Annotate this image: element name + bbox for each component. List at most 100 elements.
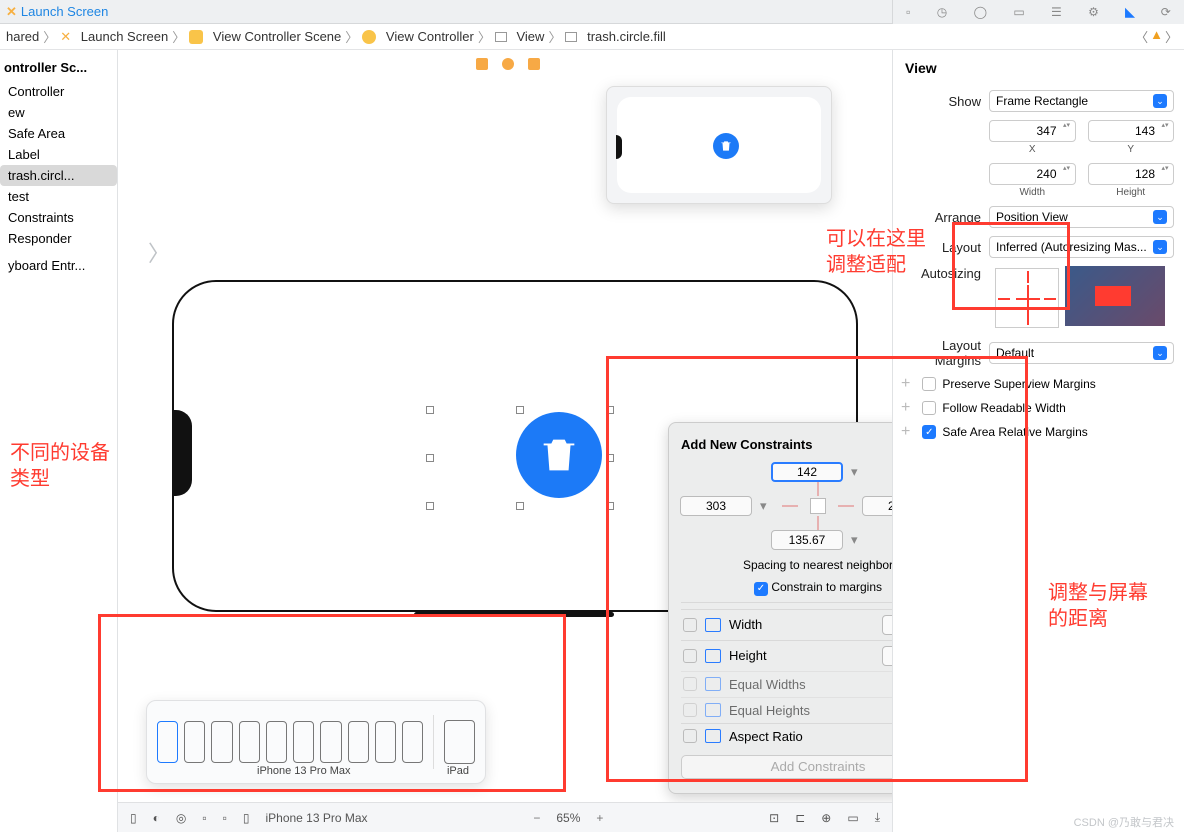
- show-select[interactable]: Frame Rectangle⌄: [989, 90, 1174, 112]
- selection-handle[interactable]: [516, 406, 524, 414]
- outline-item[interactable]: ew: [0, 102, 117, 123]
- equal-widths-icon: [705, 677, 721, 691]
- top-spacing-input[interactable]: [771, 462, 843, 482]
- resolve-icon[interactable]: ⊕: [821, 811, 831, 825]
- device-option[interactable]: [239, 721, 260, 763]
- bc-5[interactable]: trash.circle.fill: [565, 29, 665, 44]
- size-icon[interactable]: ◣: [1125, 5, 1134, 19]
- outline-item[interactable]: Constraints: [0, 207, 117, 228]
- checkbox-icon[interactable]: ✓: [754, 582, 768, 596]
- stepper-icon[interactable]: ▴▾: [1060, 121, 1074, 141]
- connections-icon[interactable]: ⟳: [1161, 5, 1171, 19]
- outline-item-selected[interactable]: trash.circl...: [0, 165, 117, 186]
- bc-1[interactable]: ✕ Launch Screen: [60, 29, 168, 45]
- selection-handle[interactable]: [606, 454, 614, 462]
- plus-icon[interactable]: +: [901, 399, 916, 417]
- embed-icon[interactable]: ▭: [847, 811, 858, 825]
- zoom-minus-icon[interactable]: −: [533, 811, 540, 825]
- zoom-value[interactable]: 65%: [556, 811, 580, 825]
- selection-handle[interactable]: [516, 502, 524, 510]
- device-option[interactable]: [266, 721, 287, 763]
- device-chooser-icon[interactable]: ▫: [223, 811, 227, 825]
- update-frames-icon[interactable]: ⤓: [875, 810, 880, 825]
- selection-handle[interactable]: [606, 406, 614, 414]
- checkbox-icon[interactable]: [683, 677, 697, 691]
- exit-icon[interactable]: [528, 58, 540, 70]
- bc-3[interactable]: View Controller: [362, 29, 474, 44]
- interface-builder-canvas[interactable]: 〉: [118, 50, 892, 832]
- outline-item[interactable]: Safe Area: [0, 123, 117, 144]
- checkbox-icon[interactable]: ✓: [922, 425, 936, 439]
- plus-icon[interactable]: +: [901, 375, 916, 393]
- vc-icon[interactable]: [476, 58, 488, 70]
- appearance-icon[interactable]: ◐: [153, 811, 160, 825]
- stepper-icon[interactable]: ▴▾: [1158, 164, 1172, 184]
- dropdown-icon[interactable]: ▾: [760, 498, 774, 514]
- device-option[interactable]: [375, 721, 396, 763]
- arrange-select[interactable]: Position View⌄: [989, 206, 1174, 228]
- dropdown-icon[interactable]: ▾: [851, 532, 865, 548]
- bc-prev[interactable]: 〈: [1135, 27, 1148, 46]
- device-option[interactable]: [293, 721, 314, 763]
- device-chooser-icon2[interactable]: ▯: [243, 811, 250, 825]
- outline-item[interactable]: test: [0, 186, 117, 207]
- device-option[interactable]: [211, 721, 232, 763]
- checkbox-icon[interactable]: [683, 729, 697, 743]
- checkbox-icon[interactable]: [683, 618, 697, 632]
- plus-icon[interactable]: +: [901, 423, 916, 441]
- selection-handle[interactable]: [606, 502, 614, 510]
- file-tab[interactable]: ✕ Launch Screen: [6, 4, 108, 20]
- settings-icon[interactable]: ⚙: [1088, 5, 1099, 19]
- responder-icon[interactable]: [502, 58, 514, 70]
- selection-handle[interactable]: [426, 406, 434, 414]
- checkbox-icon[interactable]: [683, 703, 697, 717]
- help-icon[interactable]: ◯: [974, 5, 987, 19]
- device-picker-popover: iPhone 13 Pro Max iPad: [146, 700, 486, 784]
- readable-width-check[interactable]: +Follow Readable Width: [893, 396, 1184, 420]
- file-inspect-icon[interactable]: ▫: [906, 5, 910, 19]
- bc-next[interactable]: 〉: [1165, 27, 1178, 46]
- outline-item[interactable]: Controller: [0, 81, 117, 102]
- bottom-spacing-input[interactable]: [771, 530, 843, 550]
- autosizing-control[interactable]: [995, 268, 1059, 328]
- checkbox-icon[interactable]: [683, 649, 697, 663]
- identity-icon[interactable]: ▭: [1013, 5, 1024, 19]
- bc-4[interactable]: View: [495, 29, 545, 44]
- zoom-plus-icon[interactable]: +: [596, 811, 603, 825]
- layout-icon[interactable]: ▫: [202, 811, 206, 825]
- dropdown-icon[interactable]: ▾: [851, 464, 865, 480]
- align-icon[interactable]: ⊡: [769, 811, 779, 825]
- trash-icon: [536, 432, 582, 478]
- safe-area-margins-check[interactable]: +✓Safe Area Relative Margins: [893, 420, 1184, 444]
- left-spacing-input[interactable]: [680, 496, 752, 516]
- orientation-icon[interactable]: ▯: [130, 811, 137, 825]
- selection-handle[interactable]: [426, 454, 434, 462]
- outline-item[interactable]: yboard Entr...: [0, 255, 117, 276]
- outline-item[interactable]: Responder: [0, 228, 117, 249]
- margins-select[interactable]: Default⌄: [989, 342, 1174, 364]
- pin-icon[interactable]: ⊏: [795, 811, 805, 825]
- layout-select[interactable]: Inferred (Autoresizing Mas...⌄: [989, 236, 1174, 258]
- device-option[interactable]: [184, 721, 205, 763]
- device-option[interactable]: [320, 721, 341, 763]
- device-option[interactable]: [348, 721, 369, 763]
- bc-2[interactable]: View Controller Scene: [189, 29, 341, 44]
- device-ipad[interactable]: [444, 720, 475, 764]
- device-iphone-13-pro-max[interactable]: [157, 721, 178, 763]
- stepper-icon[interactable]: ▴▾: [1060, 164, 1074, 184]
- attrs-icon[interactable]: ☰: [1051, 5, 1062, 19]
- minimap-preview[interactable]: [606, 86, 832, 204]
- checkbox-icon[interactable]: [922, 401, 936, 415]
- selection-handle[interactable]: [426, 502, 434, 510]
- trash-circle-imageview[interactable]: [516, 412, 602, 498]
- history-icon[interactable]: ◷: [937, 5, 947, 19]
- checkbox-icon[interactable]: [922, 377, 936, 391]
- preserve-margins-check[interactable]: +Preserve Superview Margins: [893, 372, 1184, 396]
- bc-0[interactable]: hared: [6, 29, 39, 44]
- device-option[interactable]: [402, 721, 423, 763]
- device-label-main: iPhone 13 Pro Max: [257, 765, 351, 777]
- stepper-icon[interactable]: ▴▾: [1158, 121, 1172, 141]
- outline-item[interactable]: Label: [0, 144, 117, 165]
- device-name-label[interactable]: iPhone 13 Pro Max: [265, 811, 367, 825]
- variants-icon[interactable]: ◎: [176, 811, 186, 825]
